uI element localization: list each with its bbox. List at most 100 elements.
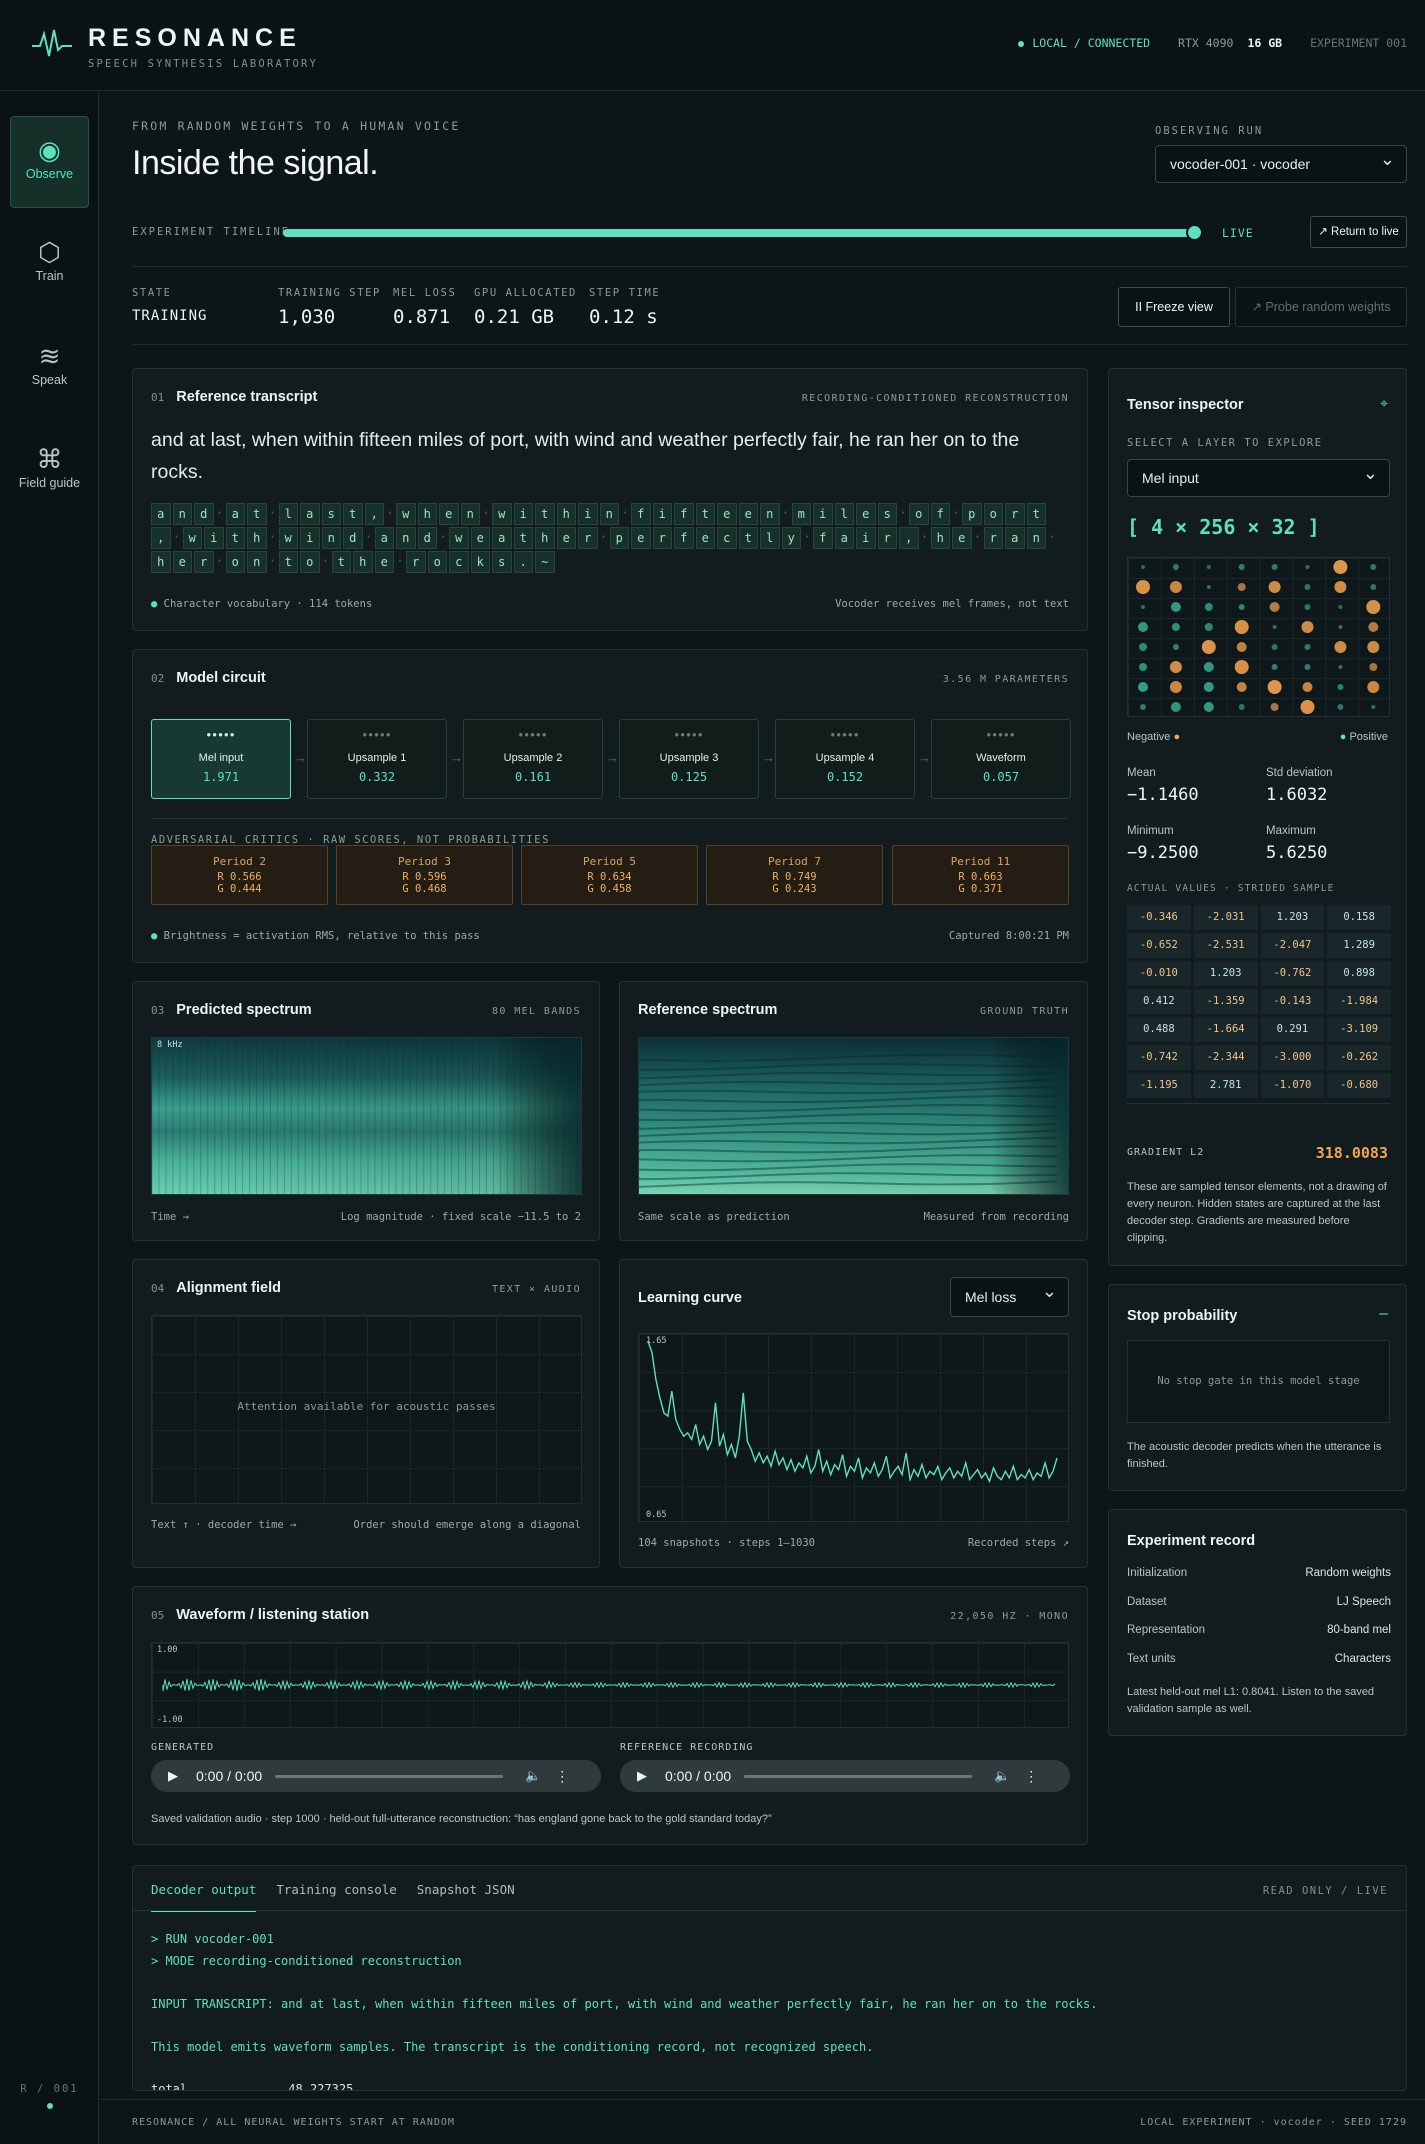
char-token[interactable]: o <box>225 551 245 573</box>
char-token-space[interactable]: · <box>396 551 404 573</box>
char-token[interactable]: p <box>962 503 982 525</box>
char-token[interactable]: a <box>374 527 394 549</box>
char-token[interactable]: , <box>899 527 919 549</box>
char-token[interactable]: a <box>492 527 512 549</box>
activation-dot[interactable] <box>1368 622 1379 632</box>
activation-dot[interactable] <box>1139 643 1147 651</box>
critic-period-3[interactable]: Period 3R 0.596 G 0.468 <box>336 845 513 905</box>
char-token-space[interactable]: · <box>216 503 224 525</box>
char-token[interactable]: . <box>513 551 533 573</box>
char-token[interactable]: h <box>556 503 576 525</box>
activation-dot[interactable] <box>1238 564 1245 570</box>
activation-dot[interactable] <box>1271 564 1278 570</box>
char-token[interactable]: a <box>151 503 171 525</box>
char-token[interactable]: h <box>417 503 437 525</box>
char-token-space[interactable]: · <box>974 527 982 549</box>
char-token[interactable]: e <box>374 551 394 573</box>
char-token[interactable]: t <box>278 551 298 573</box>
char-token[interactable]: i <box>300 527 320 549</box>
char-token-space[interactable]: · <box>216 551 224 573</box>
char-token-space[interactable]: · <box>482 503 490 525</box>
char-token[interactable]: e <box>470 527 490 549</box>
activation-dot[interactable] <box>1236 642 1247 652</box>
char-token[interactable]: t <box>331 551 351 573</box>
char-token[interactable]: e <box>856 503 876 525</box>
activation-dot[interactable] <box>1301 621 1314 633</box>
activation-dot[interactable] <box>1338 665 1343 669</box>
char-token[interactable]: ~ <box>535 551 555 573</box>
activation-dot[interactable] <box>1370 584 1377 590</box>
char-token[interactable]: a <box>300 503 320 525</box>
activation-dot[interactable] <box>1370 564 1377 570</box>
activation-dot[interactable] <box>1305 565 1310 569</box>
activation-dot[interactable] <box>1203 662 1214 672</box>
char-token-space[interactable]: · <box>600 527 608 549</box>
char-token[interactable]: r <box>1005 503 1025 525</box>
tab-snapshot-json[interactable]: Snapshot JSON <box>417 1866 515 1912</box>
char-token[interactable]: e <box>631 527 651 549</box>
activation-dot[interactable] <box>1138 682 1148 692</box>
activation-dot[interactable] <box>1136 580 1150 594</box>
char-token[interactable]: f <box>930 503 950 525</box>
char-token[interactable]: i <box>652 503 672 525</box>
char-token[interactable]: n <box>247 551 267 573</box>
activation-dot[interactable] <box>1141 605 1145 609</box>
activation-dot[interactable] <box>1206 585 1211 589</box>
activation-dot[interactable] <box>1338 625 1343 629</box>
char-token-space[interactable]: · <box>621 503 629 525</box>
char-token[interactable]: , <box>364 503 384 525</box>
circuit-node-upsample-4[interactable]: ●●●●● Upsample 4 0.152 <box>775 719 915 799</box>
activation-dot[interactable] <box>1138 622 1148 632</box>
activation-dot[interactable] <box>1139 663 1147 671</box>
activation-dot[interactable] <box>1304 604 1311 610</box>
nav-train[interactable]: ⬡ Train <box>10 219 89 311</box>
char-token-space[interactable]: · <box>952 503 960 525</box>
char-token[interactable]: e <box>952 527 972 549</box>
activation-dot[interactable] <box>1337 704 1344 710</box>
activation-dot[interactable] <box>1267 680 1282 694</box>
audio-seek-bar[interactable] <box>744 1774 972 1778</box>
activation-dot[interactable] <box>1337 684 1344 690</box>
timeline-track[interactable] <box>283 229 1195 237</box>
activation-dot[interactable] <box>1302 682 1313 692</box>
critic-period-2[interactable]: Period 2R 0.566 G 0.444 <box>151 845 328 905</box>
nav-speak[interactable]: ≋ Speak <box>10 323 89 415</box>
activation-dot[interactable] <box>1304 584 1311 590</box>
char-token[interactable]: p <box>609 527 629 549</box>
char-token[interactable]: m <box>791 503 811 525</box>
char-token[interactable]: t <box>535 503 555 525</box>
activation-dot[interactable] <box>1271 644 1278 650</box>
activation-dot[interactable] <box>1236 682 1247 692</box>
char-token[interactable]: a <box>834 527 854 549</box>
char-token-space[interactable]: · <box>803 527 811 549</box>
char-token[interactable]: w <box>396 503 416 525</box>
char-token[interactable]: o <box>983 503 1003 525</box>
circuit-node-waveform[interactable]: ●●●●● Waveform 0.057 <box>931 719 1071 799</box>
activation-dot[interactable] <box>1237 583 1246 591</box>
recorded-steps-link[interactable]: Recorded steps ↗ <box>968 1537 1069 1549</box>
char-token[interactable]: t <box>343 503 363 525</box>
probe-random-weights-button[interactable]: ↗ Probe random weights <box>1235 287 1407 327</box>
critic-period-11[interactable]: Period 11 R 0.663 G 0.371 <box>892 845 1069 905</box>
run-select[interactable]: vocoder-001 · vocoder <box>1155 145 1407 183</box>
char-token[interactable]: f <box>674 527 694 549</box>
more-options-icon[interactable]: ⋮ <box>555 1768 569 1785</box>
activation-dot[interactable] <box>1271 664 1278 670</box>
char-token[interactable]: e <box>439 503 459 525</box>
circuit-node-mel-input[interactable]: ●●●●● Mel input 1.971 <box>151 719 291 799</box>
critic-period-5[interactable]: Period 5R 0.634 G 0.458 <box>521 845 698 905</box>
char-token[interactable]: , <box>151 527 171 549</box>
char-token[interactable]: t <box>247 503 267 525</box>
activation-dot[interactable] <box>1170 702 1181 712</box>
char-token[interactable]: n <box>599 503 619 525</box>
activation-dot[interactable] <box>1272 625 1277 629</box>
char-token[interactable]: o <box>427 551 447 573</box>
char-token[interactable]: c <box>449 551 469 573</box>
char-token[interactable]: f <box>674 503 694 525</box>
char-token[interactable]: s <box>492 551 512 573</box>
char-token[interactable]: w <box>182 527 202 549</box>
tab-decoder-output[interactable]: Decoder output <box>151 1866 257 1912</box>
activation-dot[interactable] <box>1169 661 1182 673</box>
activation-dot[interactable] <box>1334 581 1347 593</box>
volume-icon[interactable]: 🔈 <box>525 1768 541 1784</box>
